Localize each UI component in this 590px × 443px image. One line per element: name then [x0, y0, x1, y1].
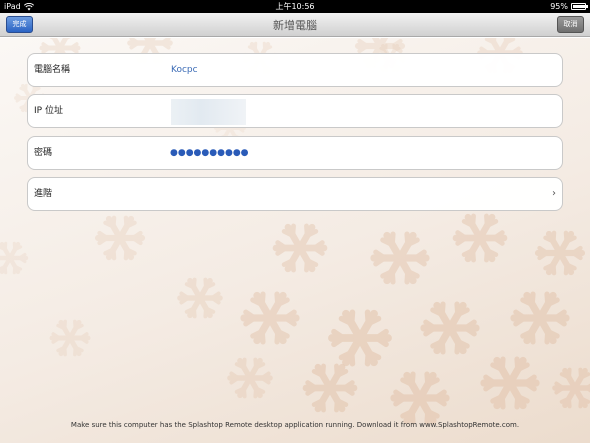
password-label: 密碼: [34, 148, 53, 158]
cancel-button[interactable]: 取消: [557, 16, 584, 33]
password-field[interactable]: ●●●●●●●●●●: [170, 137, 249, 169]
navigation-bar: 完成 新增電腦 取消: [0, 13, 590, 37]
page-title: 新增電腦: [273, 19, 317, 32]
snowflake-shape: [510, 291, 570, 345]
ip-address-row[interactable]: IP 位址: [27, 94, 563, 128]
computer-name-row[interactable]: 電腦名稱 Kocpc: [27, 53, 563, 87]
advanced-row[interactable]: 進階 ›: [27, 177, 563, 211]
footer-note: Make sure this computer has the Splashto…: [70, 421, 520, 429]
password-row[interactable]: 密碼 ●●●●●●●●●●: [27, 136, 563, 170]
snowflake-shape: [390, 371, 450, 425]
snowflake-shape: [227, 357, 273, 399]
computer-name-field[interactable]: Kocpc: [171, 54, 198, 86]
status-time: 上午10:56: [275, 2, 315, 11]
computer-name-label: 電腦名稱: [34, 65, 71, 75]
snowflake-shape: [272, 223, 328, 273]
snowflake-shape: [0, 241, 29, 275]
snowflake-shape: [240, 291, 300, 345]
snowflake-shape: [452, 213, 508, 263]
snowflake-shape: [480, 356, 540, 410]
battery-icon: [571, 3, 588, 10]
snowflake-shape: [552, 367, 590, 409]
snowflake-shape: [177, 277, 223, 319]
snowflake-shape: [328, 309, 392, 367]
battery-fill: [573, 5, 586, 8]
advanced-label: 進階: [34, 189, 53, 199]
status-bar: iPad 上午10:56 95%: [0, 0, 590, 13]
snowflake-shape: [94, 215, 146, 261]
chevron-right-icon: ›: [552, 188, 556, 199]
snowflake-shape: [302, 363, 358, 413]
snowflake-shape: [420, 301, 480, 355]
ip-address-label: IP 位址: [34, 106, 63, 116]
snowflake-shape: [370, 231, 430, 285]
ip-address-field[interactable]: [171, 99, 246, 125]
battery-percent: 95%: [550, 2, 568, 11]
snowflake-shape: [534, 230, 586, 276]
snowflake-shape: [49, 319, 91, 357]
